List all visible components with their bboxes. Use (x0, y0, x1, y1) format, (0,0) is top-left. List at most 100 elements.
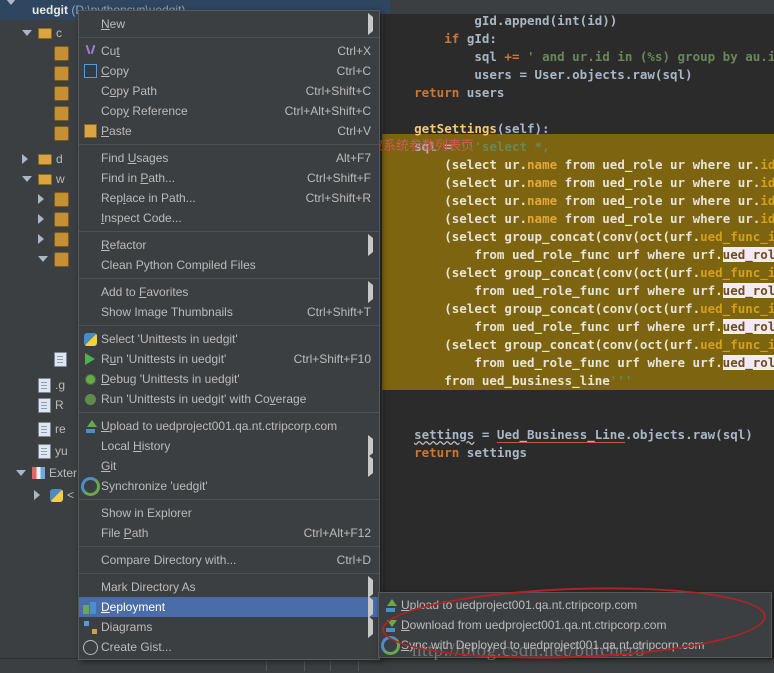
code-line: (select group_concat(conv(oct(urf.ued_fu… (384, 300, 774, 318)
menu-item-run-unittests-in-uedgit-with-coverage[interactable]: Run 'Unittests in uedgit' with Coverage (79, 389, 379, 409)
menu-item-show-in-explorer[interactable]: Show in Explorer (79, 503, 379, 523)
menu-item-label: Paste (101, 124, 325, 138)
tree-item-label: w (56, 172, 65, 186)
menu-item-debug-unittests-in-uedgit[interactable]: Debug 'Unittests in uedgit' (79, 369, 379, 389)
tree-expander-icon[interactable] (16, 470, 28, 476)
python-icon (50, 489, 63, 502)
menu-item-icon-slot (79, 190, 101, 206)
menu-item-compare-directory-with[interactable]: Compare Directory with...Ctrl+D (79, 550, 379, 570)
menu-item-run-unittests-in-uedgit[interactable]: Run 'Unittests in uedgit'Ctrl+Shift+F10 (79, 349, 379, 369)
status-cell-lineending[interactable] (304, 661, 323, 671)
menu-item-find-usages[interactable]: Find UsagesAlt+F7 (79, 148, 379, 168)
menu-item-show-image-thumbnails[interactable]: Show Image ThumbnailsCtrl+Shift+T (79, 302, 379, 322)
menu-item-label: Deployment (101, 600, 360, 614)
menu-item-icon-slot (79, 458, 101, 474)
menu-item-upload-to-uedproject001-qa-nt-ctripcorp-com[interactable]: Upload to uedproject001.qa.nt.ctripcorp.… (79, 416, 379, 436)
menu-item-label: Replace in Path... (101, 191, 294, 205)
menu-item-label: Synchronize 'uedgit' (101, 479, 375, 493)
tree-expander-icon[interactable] (22, 176, 34, 182)
debug-icon (85, 374, 96, 385)
file-icon (38, 398, 51, 413)
code-editor[interactable]: gId.append(int(id)) if gId: sql += ' and… (370, 14, 774, 659)
tree-expander-icon[interactable] (38, 256, 50, 262)
menu-item-label: Select 'Unittests in uedgit' (101, 332, 375, 346)
code-line: settings = Ued_Business_Line.objects.raw… (384, 426, 753, 444)
deployment-submenu[interactable]: Upload to uedproject001.qa.nt.ctripcorp.… (378, 592, 772, 658)
module-icon (54, 126, 69, 141)
menu-item-icon-slot (79, 103, 101, 119)
menu-item-label: Mark Directory As (101, 580, 360, 594)
code-line: from ued_role_func urf where urf.ued_rol… (384, 282, 774, 300)
menu-item-paste[interactable]: PasteCtrl+V (79, 121, 379, 141)
python-icon (84, 333, 97, 346)
submenu-item-label: Upload to uedproject001.qa.nt.ctripcorp.… (401, 598, 767, 612)
menu-item-synchronize-uedgit[interactable]: Synchronize 'uedgit' (79, 476, 379, 496)
module-icon (54, 232, 69, 247)
menu-item-add-to-favorites[interactable]: Add to Favorites (79, 282, 379, 302)
tree-item-label: yu (55, 444, 68, 458)
code-line: (select ur.name from ued_role ur where u… (384, 210, 774, 228)
tree-expander-icon[interactable] (38, 194, 50, 204)
tree-expander-icon[interactable] (38, 214, 50, 224)
menu-item-inspect-code[interactable]: Inspect Code... (79, 208, 379, 228)
menu-item-create-gist[interactable]: Create Gist... (79, 637, 379, 657)
menu-item-icon-slot (79, 438, 101, 454)
status-cell-branch[interactable] (358, 661, 377, 671)
menu-item-clean-python-compiled-files[interactable]: Clean Python Compiled Files (79, 255, 379, 275)
menu-item-copy[interactable]: CopyCtrl+C (79, 61, 379, 81)
deployment-icon (83, 601, 97, 614)
menu-item-shortcut: Ctrl+Alt+F12 (304, 526, 375, 540)
menu-item-shortcut: Ctrl+C (337, 64, 375, 78)
code-line: sql += ' and ur.id in (%s) group by au.i… (384, 48, 774, 66)
code-line: (select group_concat(conv(oct(urf.ued_fu… (384, 336, 774, 354)
menu-item-new[interactable]: New (79, 14, 379, 34)
status-bar[interactable] (0, 658, 774, 673)
cut-icon (84, 45, 97, 58)
menu-item-icon-slot (79, 284, 101, 300)
code-line: from ued_business_line''' (384, 372, 632, 390)
file-icon (38, 444, 51, 459)
code-line: from ued_role_func urf where urf.ued_rol… (384, 354, 774, 372)
code-line: (select group_concat(conv(oct(urf.ued_fu… (384, 228, 774, 246)
menu-item-file-path[interactable]: File PathCtrl+Alt+F12 (79, 523, 379, 543)
submenu-item-download[interactable]: Download from uedproject001.qa.nt.ctripc… (379, 615, 771, 635)
menu-item-cut[interactable]: CutCtrl+X (79, 41, 379, 61)
menu-item-shortcut: Ctrl+X (337, 44, 375, 58)
submenu-arrow-icon (368, 580, 373, 594)
tree-item-label: Exter (49, 466, 77, 480)
menu-item-icon-slot (79, 83, 101, 99)
module-icon (54, 86, 69, 101)
menu-item-replace-in-path[interactable]: Replace in Path...Ctrl+Shift+R (79, 188, 379, 208)
submenu-item-upload[interactable]: Upload to uedproject001.qa.nt.ctripcorp.… (379, 595, 771, 615)
menu-item-shortcut: Ctrl+Alt+Shift+C (285, 104, 375, 118)
menu-item-label: Clean Python Compiled Files (101, 258, 375, 272)
menu-item-local-history[interactable]: Local History (79, 436, 379, 456)
menu-item-icon-slot (79, 525, 101, 541)
submenu-item-sync[interactable]: Sync with Deployed to uedproject001.qa.n… (379, 635, 771, 655)
menu-item-select-unittests-in-uedgit[interactable]: Select 'Unittests in uedgit' (79, 329, 379, 349)
menu-item-deployment[interactable]: Deployment (79, 597, 379, 617)
paste-icon (84, 124, 97, 138)
tree-expander-icon[interactable] (22, 154, 34, 164)
menu-item-find-in-path[interactable]: Find in Path...Ctrl+Shift+F (79, 168, 379, 188)
expander-icon[interactable] (6, 5, 16, 19)
tree-expander-icon[interactable] (38, 234, 50, 244)
upload-icon (383, 599, 397, 612)
status-cell-lock[interactable] (330, 661, 349, 671)
status-cell-encoding[interactable] (266, 661, 295, 671)
menu-item-copy-path[interactable]: Copy PathCtrl+Shift+C (79, 81, 379, 101)
project-name: uedgit (32, 3, 68, 17)
menu-item-refactor[interactable]: Refactor (79, 235, 379, 255)
context-menu[interactable]: New CutCtrl+XCopyCtrl+CCopy PathCtrl+Shif… (78, 10, 380, 660)
menu-item-mark-directory-as[interactable]: Mark Directory As (79, 577, 379, 597)
menu-item-icon-slot (79, 237, 101, 253)
code-line: (select ur.name from ued_role ur where u… (384, 192, 774, 210)
tree-expander-icon[interactable] (22, 30, 34, 36)
menu-item-copy-reference[interactable]: Copy ReferenceCtrl+Alt+Shift+C (79, 101, 379, 121)
tree-expander-icon[interactable] (34, 490, 46, 500)
menu-item-diagrams[interactable]: Diagrams (79, 617, 379, 637)
code-line: if gId: (384, 30, 497, 48)
menu-separator (79, 144, 379, 145)
menu-item-git[interactable]: Git (79, 456, 379, 476)
menu-item-icon-slot (79, 150, 101, 166)
